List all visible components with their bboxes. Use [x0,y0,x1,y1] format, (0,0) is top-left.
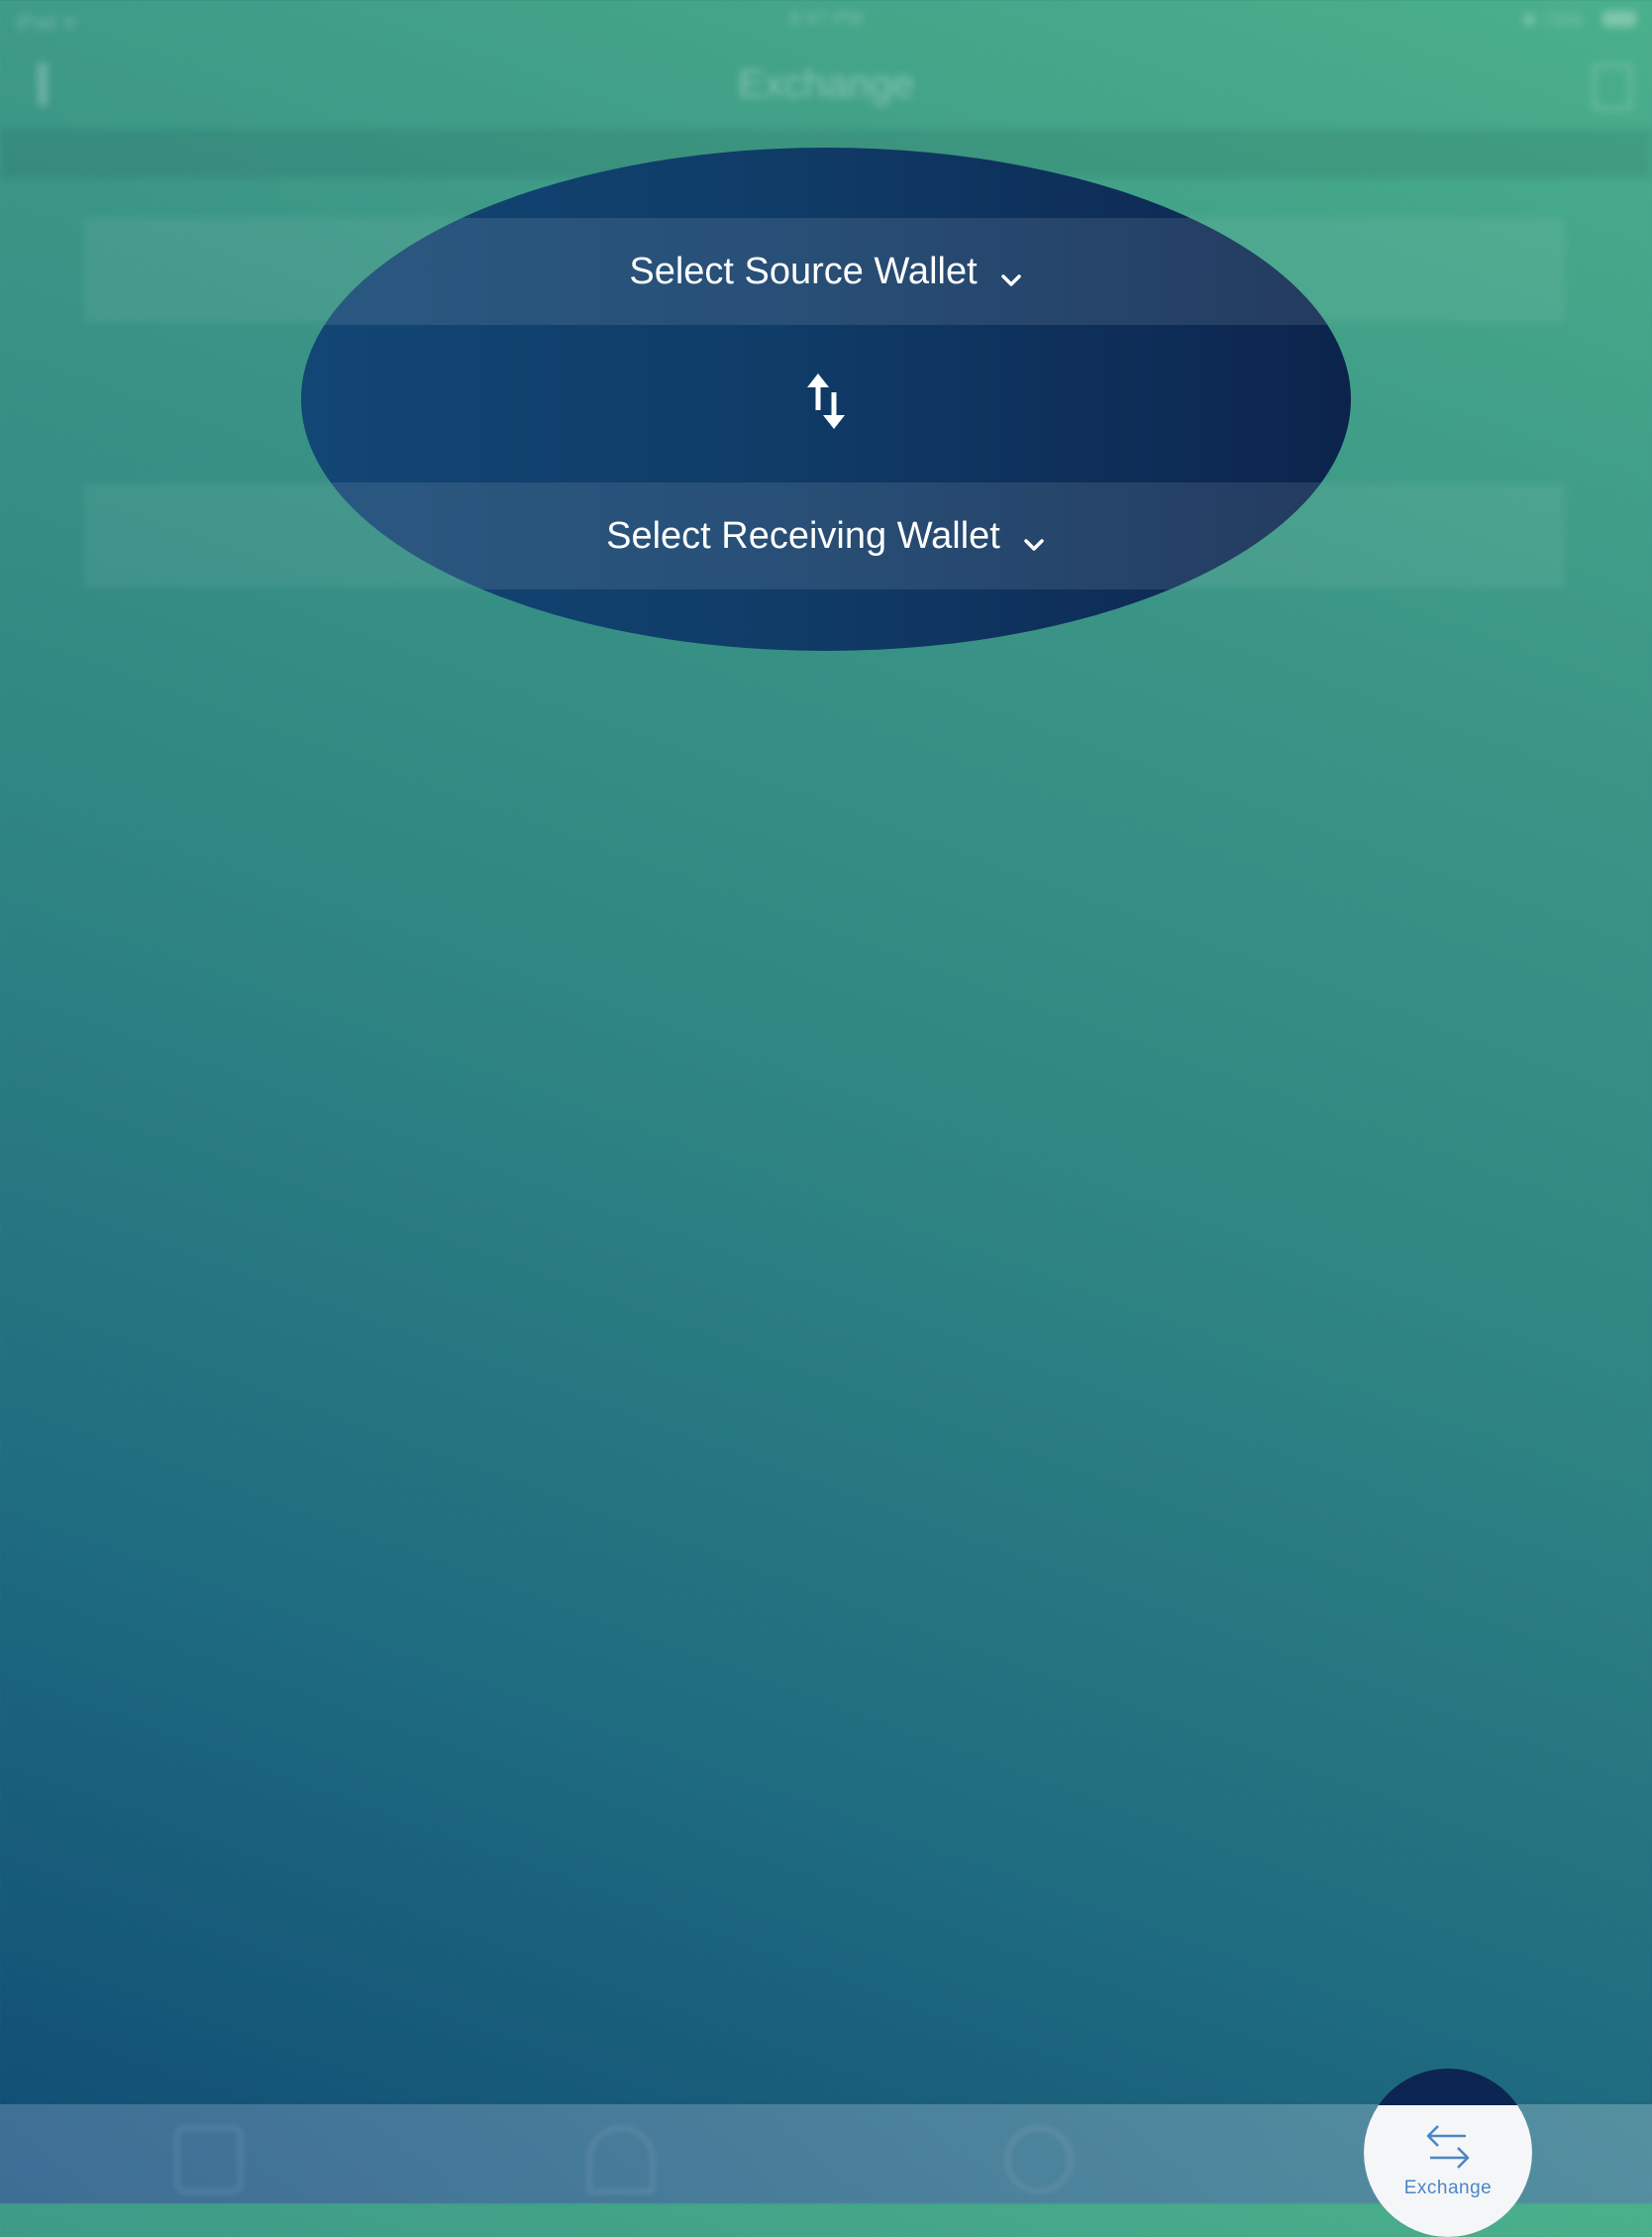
exchange-arrows-icon [1426,2125,1470,2169]
status-time: 8:47 PM [788,8,864,30]
status-bar: iPad ᯤ 8:47 PM ✱ 74% [0,0,1652,40]
tutorial-spotlight: Select Source Wallet Select Receiving Wa… [301,148,1351,651]
exchange-tab-spotlight: Exchange [1364,2069,1532,2237]
swap-wallets-button[interactable] [796,371,856,432]
chevron-down-icon [1022,524,1046,551]
tab-send-icon [587,2126,655,2193]
tab-exchange[interactable]: Exchange [1364,2118,1532,2199]
navigation-bar: Exchange [0,45,1652,124]
receiving-wallet-label: Select Receiving Wallet [606,514,1000,557]
battery-icon [1602,11,1636,27]
swap-vertical-icon [807,373,845,429]
nav-action-icon [1593,64,1632,110]
tab-exchange-label: Exchange [1403,2178,1493,2198]
status-battery-text: ✱ 74% [1520,10,1583,32]
tab-receive-icon [1005,2126,1073,2193]
select-receiving-wallet-button[interactable]: Select Receiving Wallet [301,482,1351,589]
tab-wallet-icon [175,2126,243,2193]
source-wallet-label: Select Source Wallet [629,250,978,292]
chevron-down-icon [999,260,1023,286]
page-title: Exchange [738,62,914,106]
select-source-wallet-button[interactable]: Select Source Wallet [301,218,1351,325]
